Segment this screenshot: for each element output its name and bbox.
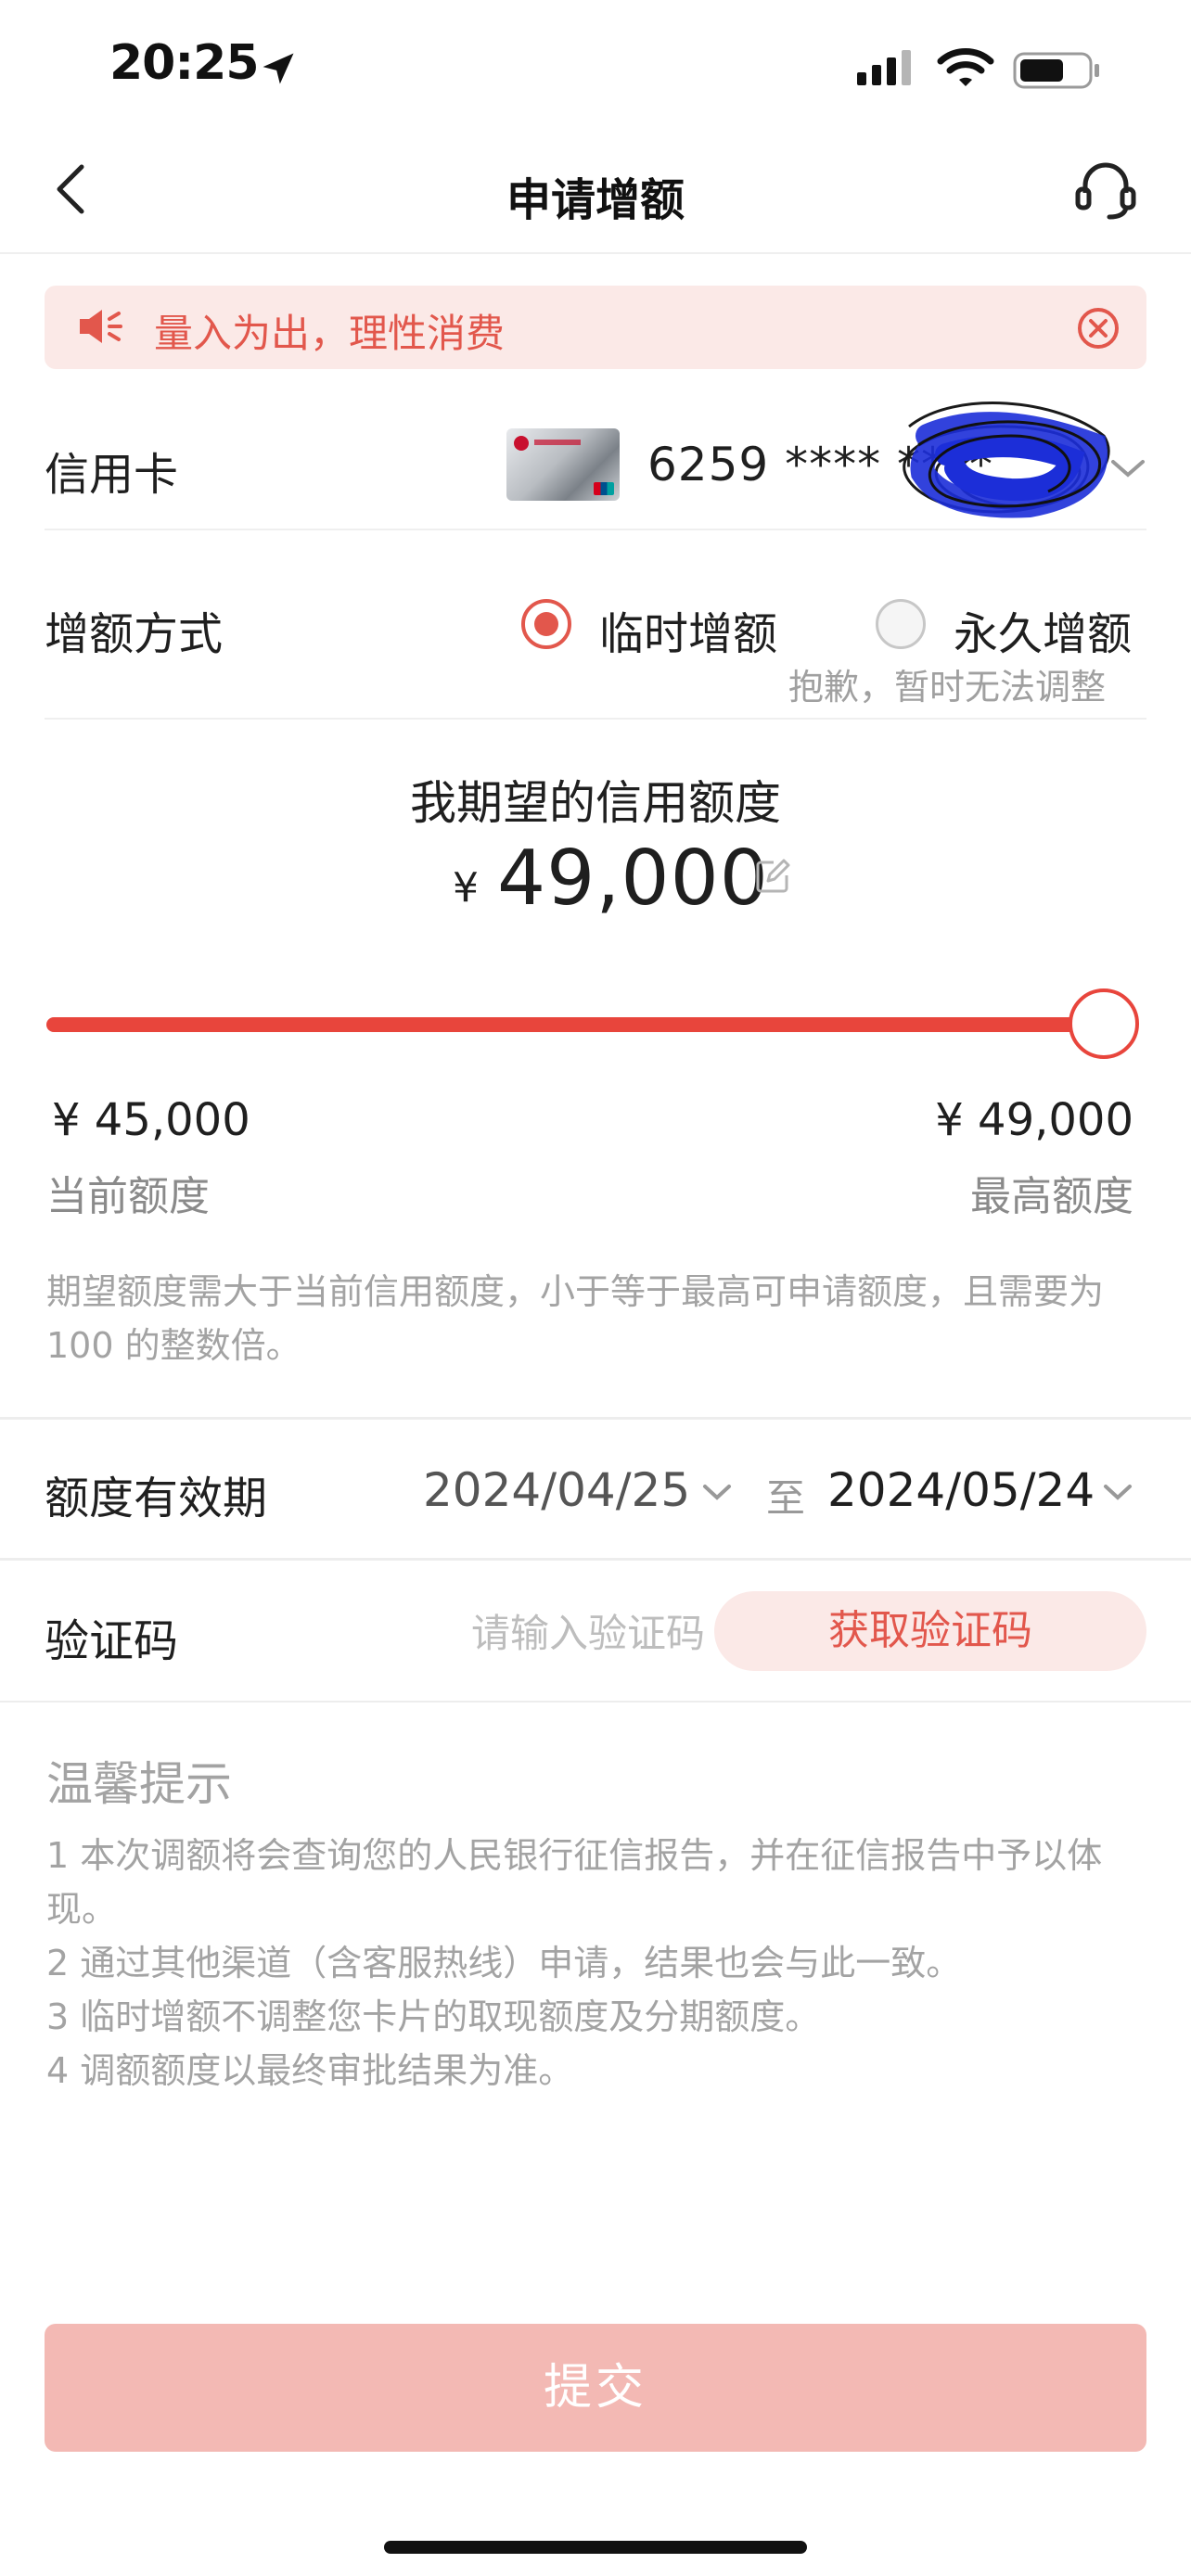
expected-limit-label: 我期望的信用额度 <box>410 776 781 830</box>
wifi-icon <box>937 46 994 93</box>
customer-service-icon[interactable] <box>1072 158 1139 228</box>
verification-code-input[interactable] <box>408 1600 705 1665</box>
notice-text: 量入为出，理性消费 <box>154 311 506 356</box>
get-code-button[interactable]: 获取验证码 <box>714 1591 1146 1671</box>
date-range-separator: 至 <box>766 1475 806 1521</box>
max-limit-amount: ¥ 49,000 <box>935 1094 1133 1146</box>
card-thumbnail <box>506 428 620 501</box>
limit-hint: 期望额度需大于当前信用额度，小于等于最高可申请额度，且需要为 100 的整数倍。 <box>46 1271 1105 1366</box>
permanent-note: 抱歉，暂时无法调整 <box>788 667 1107 708</box>
status-time: 20:25 <box>109 35 260 91</box>
section-divider <box>0 1558 1191 1561</box>
radio-permanent[interactable] <box>876 599 926 649</box>
radio-temporary[interactable] <box>521 599 571 649</box>
chevron-down-icon[interactable] <box>1102 1482 1133 1506</box>
megaphone-icon <box>76 306 122 351</box>
section-divider <box>0 1701 1191 1702</box>
card-label: 信用卡 <box>45 449 179 501</box>
tips-title: 温馨提示 <box>46 1757 232 1811</box>
option-temporary-label[interactable]: 临时增额 <box>599 597 777 662</box>
page-title: 申请增额 <box>506 174 685 226</box>
tip-item: 4 调额额度以最终审批结果为准。 <box>46 2050 574 2091</box>
current-limit-amount: ¥ 45,000 <box>52 1094 250 1146</box>
option-permanent-label[interactable]: 永久增额 <box>954 597 1132 662</box>
battery-icon <box>1013 50 1102 95</box>
tips-list: 1 本次调额将会查询您的人民银行征信报告，并在征信报告中予以体现。 2 通过其他… <box>46 1829 1145 2098</box>
edit-icon[interactable] <box>753 857 792 899</box>
home-indicator <box>384 2541 807 2554</box>
limit-slider-fill <box>46 1017 1104 1032</box>
currency-symbol: ¥ <box>453 864 479 912</box>
redaction-scribble <box>872 380 1122 551</box>
signal-icon <box>855 48 920 93</box>
divider <box>45 529 1146 530</box>
section-divider <box>0 1417 1191 1420</box>
chevron-down-icon[interactable] <box>1109 456 1146 484</box>
end-date[interactable]: 2024/05/24 <box>827 1463 1095 1517</box>
start-date[interactable]: 2024/04/25 <box>423 1463 690 1517</box>
submit-button[interactable]: 提交 <box>45 2324 1146 2452</box>
method-label: 增额方式 <box>45 608 224 660</box>
limit-slider-thumb[interactable] <box>1069 988 1139 1059</box>
close-circle-icon[interactable] <box>1076 306 1121 354</box>
verification-code-label: 验证码 <box>45 1615 179 1667</box>
location-arrow-icon <box>258 48 299 93</box>
tip-item: 3 临时增额不调整您卡片的取现额度及分期额度。 <box>46 1996 821 2037</box>
validity-label: 额度有效期 <box>45 1473 268 1524</box>
max-limit-label: 最高额度 <box>970 1173 1133 1220</box>
nav-divider <box>0 252 1191 254</box>
expected-amount[interactable]: 49,000 <box>497 835 769 923</box>
current-limit-label: 当前额度 <box>46 1173 210 1220</box>
tip-item: 1 本次调额将会查询您的人民银行征信报告，并在征信报告中予以体现。 <box>46 1835 1103 1930</box>
divider <box>45 718 1146 720</box>
tip-item: 2 通过其他渠道（含客服热线）申请，结果也会与此一致。 <box>46 1943 962 1983</box>
chevron-down-icon[interactable] <box>701 1482 733 1506</box>
